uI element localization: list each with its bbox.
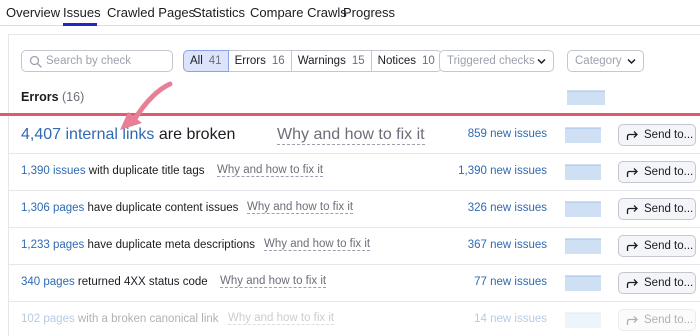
trend-sparkline bbox=[565, 275, 601, 291]
issue-row: 102 pages with a broken canonical link W… bbox=[8, 302, 700, 336]
fix-guide-link[interactable]: Why and how to fix it bbox=[220, 275, 327, 288]
errors-title-text: Errors bbox=[21, 90, 59, 104]
tab-progress[interactable]: Progress bbox=[343, 5, 395, 20]
trend-sparkline bbox=[565, 201, 601, 217]
send-to-label: Send to... bbox=[644, 129, 694, 141]
issue-description: have duplicate meta descriptions bbox=[84, 239, 256, 251]
issue-description: with duplicate title tags bbox=[85, 165, 205, 177]
tab-crawled-pages[interactable]: Crawled Pages bbox=[107, 5, 195, 20]
trend-sparkline bbox=[565, 164, 601, 180]
chevron-down-icon bbox=[627, 58, 636, 65]
search-input[interactable] bbox=[46, 52, 170, 70]
filter-all[interactable]: All 41 bbox=[183, 50, 229, 72]
fix-guide-link[interactable]: Why and how to fix it bbox=[247, 201, 354, 214]
trend-sparkline bbox=[565, 127, 601, 143]
top-nav: Overview Issues Crawled Pages Statistics… bbox=[0, 0, 700, 26]
issue-text: 1,233 pages have duplicate meta descript… bbox=[21, 239, 255, 251]
send-to-button[interactable]: Send to... bbox=[618, 309, 696, 331]
share-forward-icon bbox=[626, 131, 638, 140]
filter-notices-count: 10 bbox=[422, 55, 435, 67]
send-to-label: Send to... bbox=[644, 203, 694, 215]
filter-warnings-label: Warnings bbox=[297, 55, 346, 67]
fix-guide-link[interactable]: Why and how to fix it bbox=[277, 126, 425, 145]
triggered-checks-label: Triggered checks bbox=[447, 55, 535, 67]
fix-guide-link[interactable]: Why and how to fix it bbox=[217, 164, 324, 177]
send-to-button[interactable]: Send to... bbox=[618, 124, 696, 146]
category-dropdown[interactable]: Category bbox=[567, 50, 644, 72]
send-to-label: Send to... bbox=[644, 314, 694, 326]
errors-count: (16) bbox=[62, 90, 85, 104]
issue-link[interactable]: 1,390 issues bbox=[21, 165, 86, 177]
tab-compare-crawls[interactable]: Compare Crawls bbox=[250, 5, 347, 20]
new-issues-link[interactable]: 14 new issues bbox=[474, 313, 547, 325]
send-to-button[interactable]: Send to... bbox=[618, 161, 696, 183]
send-to-label: Send to... bbox=[644, 240, 694, 252]
issue-text: 340 pages returned 4XX status code bbox=[21, 276, 208, 288]
triggered-checks-dropdown[interactable]: Triggered checks bbox=[439, 50, 554, 72]
fix-guide-link[interactable]: Why and how to fix it bbox=[228, 312, 335, 325]
issue-row: 1,306 pages have duplicate content issue… bbox=[8, 191, 700, 228]
new-issues-link[interactable]: 367 new issues bbox=[468, 239, 547, 251]
filter-warnings-count: 15 bbox=[351, 55, 365, 67]
share-forward-icon bbox=[626, 168, 638, 177]
category-label: Category bbox=[575, 55, 622, 67]
issue-description: are broken bbox=[154, 126, 236, 143]
fix-guide-link[interactable]: Why and how to fix it bbox=[264, 238, 371, 251]
trend-sparkline bbox=[565, 312, 601, 328]
filter-warnings[interactable]: Warnings 15 bbox=[290, 50, 372, 72]
search-icon bbox=[29, 55, 42, 68]
issue-link[interactable]: 1,233 pages bbox=[21, 239, 84, 251]
chevron-down-icon bbox=[537, 58, 546, 65]
share-forward-icon bbox=[626, 279, 638, 288]
active-tab-indicator bbox=[63, 23, 97, 26]
issue-description: with a broken canonical link bbox=[74, 313, 219, 325]
filter-errors-count: 16 bbox=[271, 55, 285, 67]
issue-row: 1,390 issues with duplicate title tags W… bbox=[8, 154, 700, 191]
share-forward-icon bbox=[626, 242, 638, 251]
errors-section-title: Errors (16) bbox=[21, 90, 84, 104]
send-to-label: Send to... bbox=[644, 277, 694, 289]
issue-link[interactable]: 102 pages bbox=[21, 313, 75, 325]
tab-statistics[interactable]: Statistics bbox=[193, 5, 245, 20]
filter-notices-label: Notices bbox=[377, 55, 416, 67]
severity-filter: All 41 Errors 16 Warnings 15 Notices 10 bbox=[183, 50, 442, 72]
issue-text: 1,306 pages have duplicate content issue… bbox=[21, 202, 238, 214]
send-to-button[interactable]: Send to... bbox=[618, 272, 696, 294]
filter-notices[interactable]: Notices 10 bbox=[370, 50, 442, 72]
filter-all-label: All bbox=[190, 55, 203, 67]
issue-text: 102 pages with a broken canonical link bbox=[21, 313, 219, 325]
issue-row: 4,407 internal links are broken Why and … bbox=[8, 116, 700, 154]
issue-row: 340 pages returned 4XX status code Why a… bbox=[8, 265, 700, 302]
issue-description: returned 4XX status code bbox=[74, 276, 208, 288]
share-forward-icon bbox=[626, 205, 638, 214]
send-to-label: Send to... bbox=[644, 166, 694, 178]
filter-all-count: 41 bbox=[208, 55, 222, 67]
issue-text: 1,390 issues with duplicate title tags bbox=[21, 165, 204, 177]
send-to-button[interactable]: Send to... bbox=[618, 198, 696, 220]
issue-link[interactable]: 1,306 pages bbox=[21, 202, 84, 214]
errors-trend-sparkline bbox=[567, 90, 605, 105]
issue-link[interactable]: 340 pages bbox=[21, 276, 75, 288]
new-issues-link[interactable]: 77 new issues bbox=[474, 276, 547, 288]
issue-description: have duplicate content issues bbox=[84, 202, 239, 214]
filter-errors[interactable]: Errors 16 bbox=[227, 50, 292, 72]
new-issues-link[interactable]: 859 new issues bbox=[468, 128, 547, 140]
tab-overview[interactable]: Overview bbox=[6, 5, 60, 20]
search-box[interactable] bbox=[21, 50, 173, 72]
filter-errors-label: Errors bbox=[234, 55, 266, 67]
trend-sparkline bbox=[565, 238, 601, 254]
tab-issues[interactable]: Issues bbox=[63, 5, 101, 20]
new-issues-link[interactable]: 326 new issues bbox=[468, 202, 547, 214]
share-forward-icon bbox=[626, 316, 638, 325]
issue-text: 4,407 internal links are broken bbox=[21, 126, 235, 144]
send-to-button[interactable]: Send to... bbox=[618, 235, 696, 257]
issue-link[interactable]: 4,407 internal links bbox=[21, 126, 154, 143]
issue-row: 1,233 pages have duplicate meta descript… bbox=[8, 228, 700, 265]
new-issues-link[interactable]: 1,390 new issues bbox=[458, 165, 547, 177]
